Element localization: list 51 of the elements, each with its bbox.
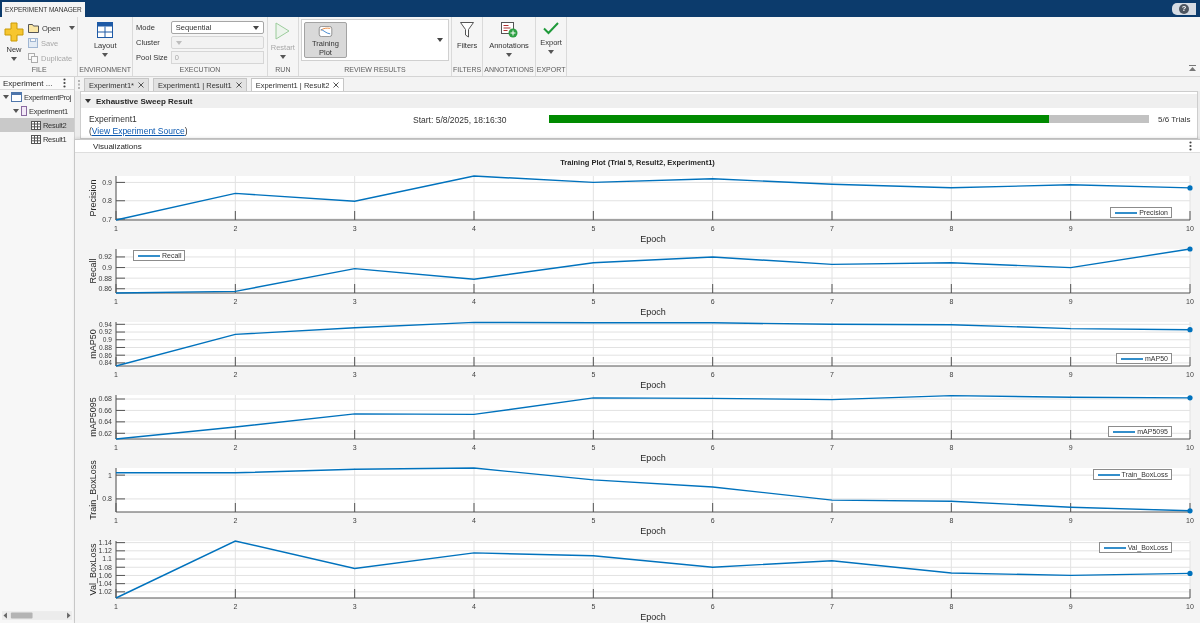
- axis-label: Epoch: [640, 453, 666, 463]
- trials-count: 5/6 Trials: [1157, 115, 1192, 125]
- table-icon: [31, 134, 41, 144]
- axis-label: Epoch: [640, 307, 666, 317]
- caret-down-icon: [175, 40, 182, 45]
- folder-icon: [28, 23, 39, 33]
- legend-line-icon: [1097, 473, 1120, 476]
- experiment-name: Experiment1: [89, 114, 137, 124]
- plus-icon: [4, 22, 24, 42]
- axis-label: mAP5095: [88, 397, 98, 437]
- panel-title: Experiment ...: [3, 78, 53, 88]
- axis-label: Epoch: [640, 612, 666, 622]
- document-plus-icon: [500, 22, 518, 38]
- checkmark-icon: [543, 22, 560, 35]
- kebab-menu-icon[interactable]: [1189, 141, 1192, 151]
- start-time: Start: 5/8/2025, 18:16:30: [413, 115, 508, 125]
- collapse-icon[interactable]: [1189, 65, 1196, 71]
- axis-label: Precision: [88, 179, 98, 217]
- document-icon: [21, 106, 27, 116]
- caret-down-icon[interactable]: [3, 95, 9, 99]
- axis-label: mAP50: [88, 329, 98, 359]
- axis-label: Epoch: [640, 234, 666, 244]
- grid-icon: [97, 22, 114, 38]
- caret-down-icon: [252, 25, 259, 30]
- axis-label: Val_BoxLoss: [88, 543, 98, 596]
- table-icon: [31, 120, 41, 130]
- panel-title: Visualizations: [93, 141, 142, 151]
- caret-down-icon[interactable]: [85, 99, 91, 103]
- caret-down-icon[interactable]: [436, 38, 443, 42]
- project-icon: [11, 92, 22, 102]
- close-icon[interactable]: [333, 82, 340, 88]
- axis-label: Recall: [88, 258, 98, 284]
- axis-label: Train_BoxLoss: [88, 460, 98, 520]
- horizontal-scrollbar[interactable]: [2, 611, 72, 620]
- copy-icon: [28, 53, 38, 63]
- caret-down-icon[interactable]: [13, 109, 19, 113]
- kebab-menu-icon[interactable]: [63, 78, 66, 88]
- funnel-icon: [460, 22, 475, 38]
- legend-line-icon: [1103, 546, 1126, 549]
- legend-line-icon: [1121, 357, 1144, 360]
- legend-line-icon: [1115, 211, 1138, 214]
- experiment-source-text: (View Experiment Source): [89, 126, 188, 136]
- legend-line-icon: [1113, 430, 1136, 433]
- line-plot-icon: [316, 26, 334, 37]
- legend-line-icon: [138, 254, 160, 257]
- close-icon[interactable]: [235, 82, 242, 88]
- axis-label: Epoch: [640, 526, 666, 536]
- play-icon: [275, 22, 291, 40]
- axis-label: Epoch: [640, 380, 666, 390]
- section-title: Exhaustive Sweep Result: [96, 96, 193, 106]
- close-icon[interactable]: [138, 82, 145, 88]
